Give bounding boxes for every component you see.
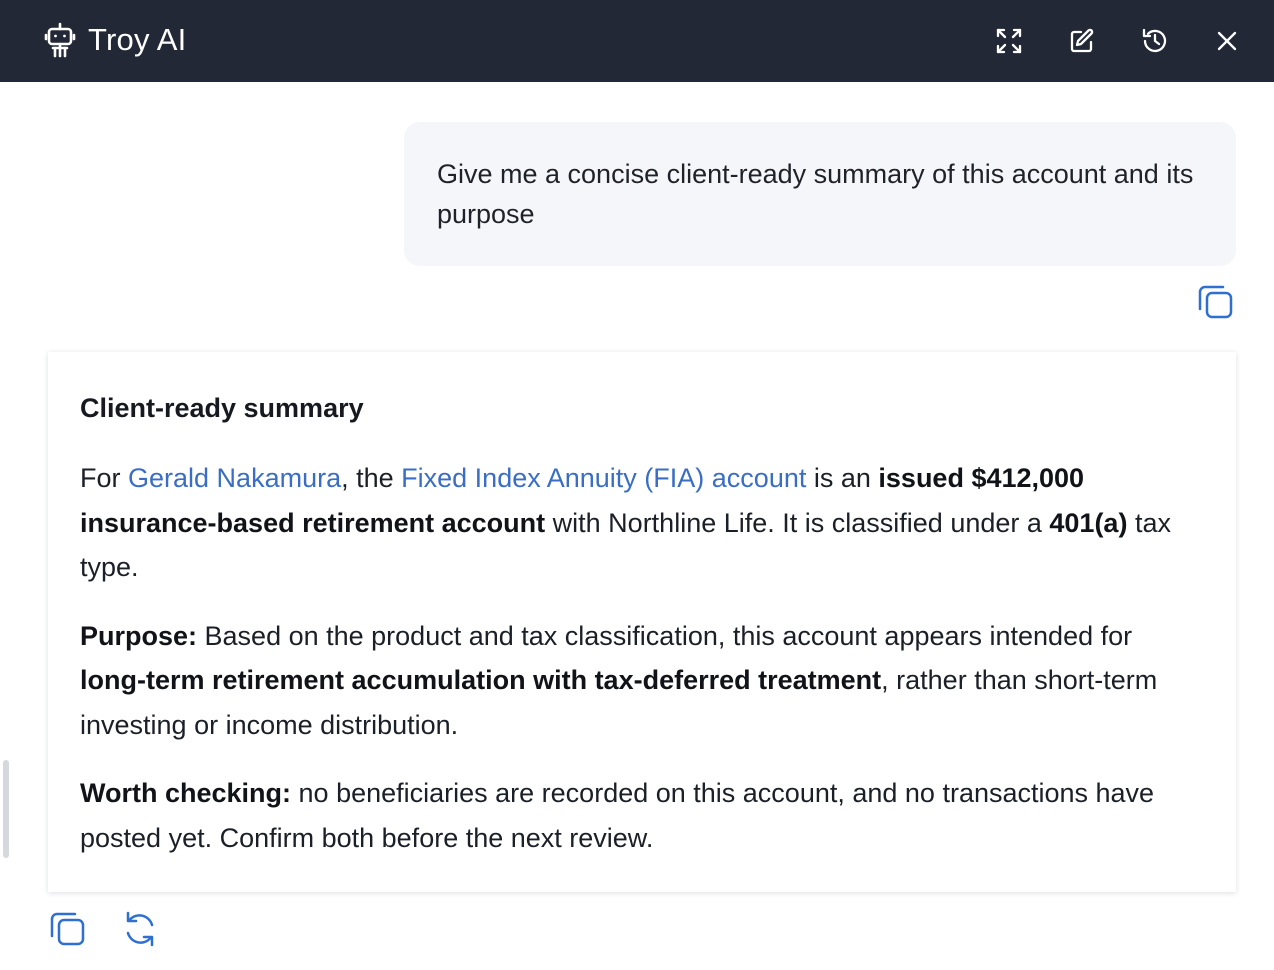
client-link[interactable]: Gerald Nakamura [128, 463, 341, 493]
edit-icon [1069, 28, 1095, 54]
copy-icon [1197, 285, 1235, 325]
worth-checking-label: Worth checking: [80, 778, 292, 808]
text-span: with Northline Life. It is classified un… [545, 507, 1050, 538]
bold-text: 401(a) [1049, 507, 1128, 538]
expand-icon [996, 28, 1022, 54]
worth-checking-paragraph: Worth checking: no beneficiaries are rec… [80, 771, 1204, 860]
text-span: , the [341, 463, 402, 493]
bold-text: long-term retirement accumulation with t… [80, 665, 882, 695]
regenerate-button[interactable] [121, 910, 159, 950]
app-title: Troy AI [88, 22, 187, 57]
close-icon [1216, 30, 1238, 52]
copy-message-button[interactable] [1197, 283, 1235, 321]
reply-heading: Client-ready summary [80, 393, 364, 423]
close-button[interactable] [1207, 21, 1247, 61]
new-chat-button[interactable] [1062, 21, 1102, 61]
expand-button[interactable] [989, 21, 1029, 61]
text-span: Based on the product and tax classificat… [197, 620, 1133, 651]
copy-icon [49, 912, 87, 952]
summary-paragraph: For Gerald Nakamura, the Fixed Index Ann… [80, 456, 1204, 590]
purpose-label: Purpose: [80, 620, 198, 651]
user-message: Give me a concise client-ready summary o… [404, 122, 1236, 266]
text-span: is an [806, 463, 879, 493]
copy-reply-button[interactable] [49, 910, 87, 950]
account-link[interactable]: Fixed Index Annuity (FIA) account [401, 463, 806, 493]
header-bar: Troy AI [0, 0, 1274, 82]
assistant-reply: Client-ready summary For Gerald Nakamura… [48, 352, 1236, 892]
brand: Troy AI [44, 20, 186, 60]
history-icon [1141, 27, 1169, 55]
purpose-paragraph: Purpose: Based on the product and tax cl… [80, 614, 1204, 748]
refresh-icon [121, 911, 159, 952]
text-span: For [80, 463, 129, 493]
scrollbar-thumb[interactable] [3, 760, 9, 858]
robot-icon [44, 22, 76, 58]
history-button[interactable] [1135, 21, 1175, 61]
